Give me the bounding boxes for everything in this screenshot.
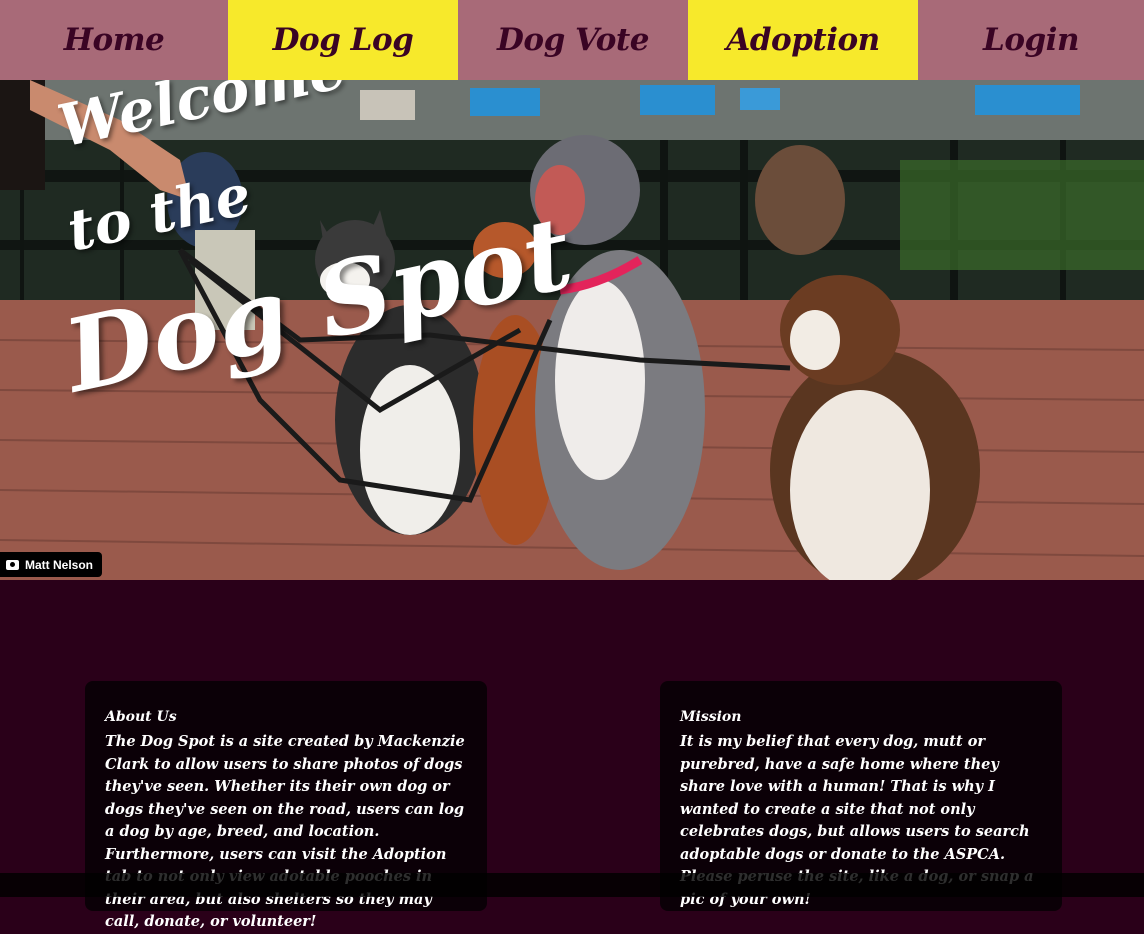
nav-home-link[interactable]: Home [0, 0, 228, 80]
main-nav: Home Dog Log Dog Vote Adoption Login [0, 0, 1144, 80]
nav-dog-log-link[interactable]: Dog Log [228, 0, 458, 80]
nav-dog-vote-link[interactable]: Dog Vote [458, 0, 688, 80]
about-body: The Dog Spot is a site created by Macken… [105, 733, 465, 930]
camera-icon [6, 559, 19, 570]
about-title: About Us [105, 709, 177, 725]
photo-credit[interactable]: Matt Nelson [0, 552, 103, 577]
nav-login-link[interactable]: Login [918, 0, 1144, 80]
mission-title: Mission [680, 709, 742, 725]
nav-adoption-link[interactable]: Adoption [688, 0, 918, 80]
photo-credit-name: Matt Nelson [25, 557, 94, 572]
bottom-bar [0, 873, 1144, 897]
hero-banner: Welcome to the Dog Spot [0, 80, 1144, 580]
